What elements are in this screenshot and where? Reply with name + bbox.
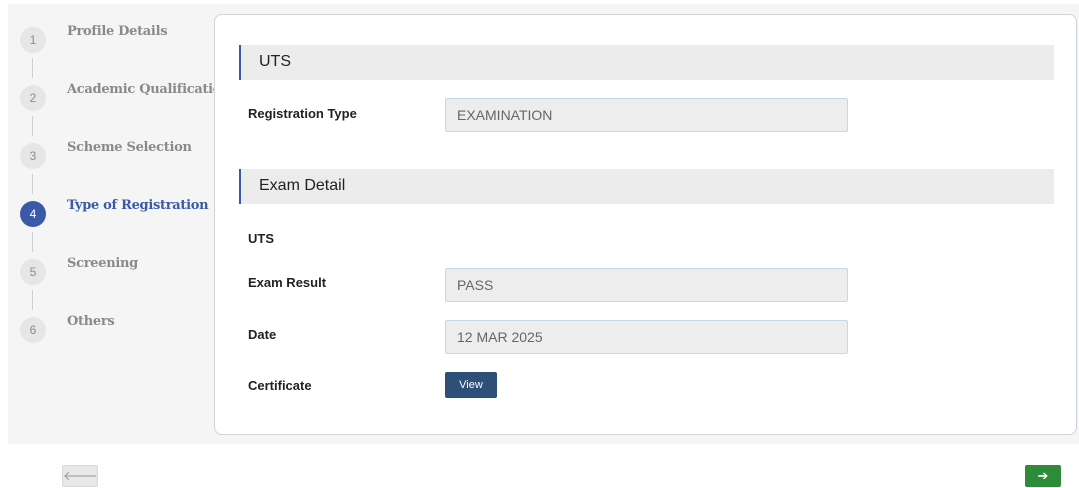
step-label: Type of Registration (67, 198, 209, 213)
registration-stepper: 1 Profile Details 2 Academic Qualificati… (20, 24, 238, 347)
registration-type-field: EXAMINATION (445, 98, 848, 132)
step-number: 1 (20, 27, 46, 53)
step-connector (32, 290, 33, 310)
certificate-label: Certificate (248, 378, 312, 393)
step-label: Academic Qualifications (67, 82, 238, 97)
step-number: 4 (20, 201, 46, 227)
arrow-left-icon: 🡐 (63, 468, 98, 483)
step-screening[interactable]: 5 Screening (20, 256, 215, 285)
exam-result-label: Exam Result (248, 275, 327, 290)
step-label: Screening (67, 256, 138, 271)
step-label: Profile Details (67, 24, 168, 39)
step-connector (32, 174, 33, 194)
step-others[interactable]: 6 Others (20, 314, 215, 343)
step-connector (32, 58, 33, 78)
step-label: Others (67, 314, 115, 329)
footer-bar (8, 444, 1079, 488)
exam-result-field: PASS (445, 268, 848, 302)
section-title: UTS (259, 53, 291, 70)
step-scheme-selection[interactable]: 3 Scheme Selection (20, 140, 215, 169)
step-number: 5 (20, 259, 46, 285)
previous-button[interactable]: 🡐 (62, 465, 98, 487)
arrow-right-icon: ➔ (1037, 468, 1049, 483)
step-number: 2 (20, 85, 46, 111)
exam-detail-section-header: Exam Detail (239, 169, 1054, 204)
registration-type-label: Registration Type (248, 106, 357, 121)
view-certificate-button[interactable]: View (445, 372, 497, 398)
exam-subheading: UTS (248, 231, 274, 246)
registration-card: UTS Registration Type EXAMINATION Exam D… (214, 14, 1077, 435)
next-button[interactable]: ➔ (1025, 465, 1061, 487)
date-field: 12 MAR 2025 (445, 320, 848, 354)
step-number: 3 (20, 143, 46, 169)
uts-section-header: UTS (239, 45, 1054, 80)
date-label: Date (248, 327, 277, 342)
step-academic-qualifications[interactable]: 2 Academic Qualifications (20, 82, 238, 111)
section-title: Exam Detail (259, 177, 346, 194)
step-profile-details[interactable]: 1 Profile Details (20, 24, 215, 53)
step-label: Scheme Selection (67, 140, 192, 155)
step-type-of-registration[interactable]: 4 Type of Registration (20, 198, 215, 227)
step-number: 6 (20, 317, 46, 343)
step-connector (32, 116, 33, 136)
step-connector (32, 232, 33, 252)
